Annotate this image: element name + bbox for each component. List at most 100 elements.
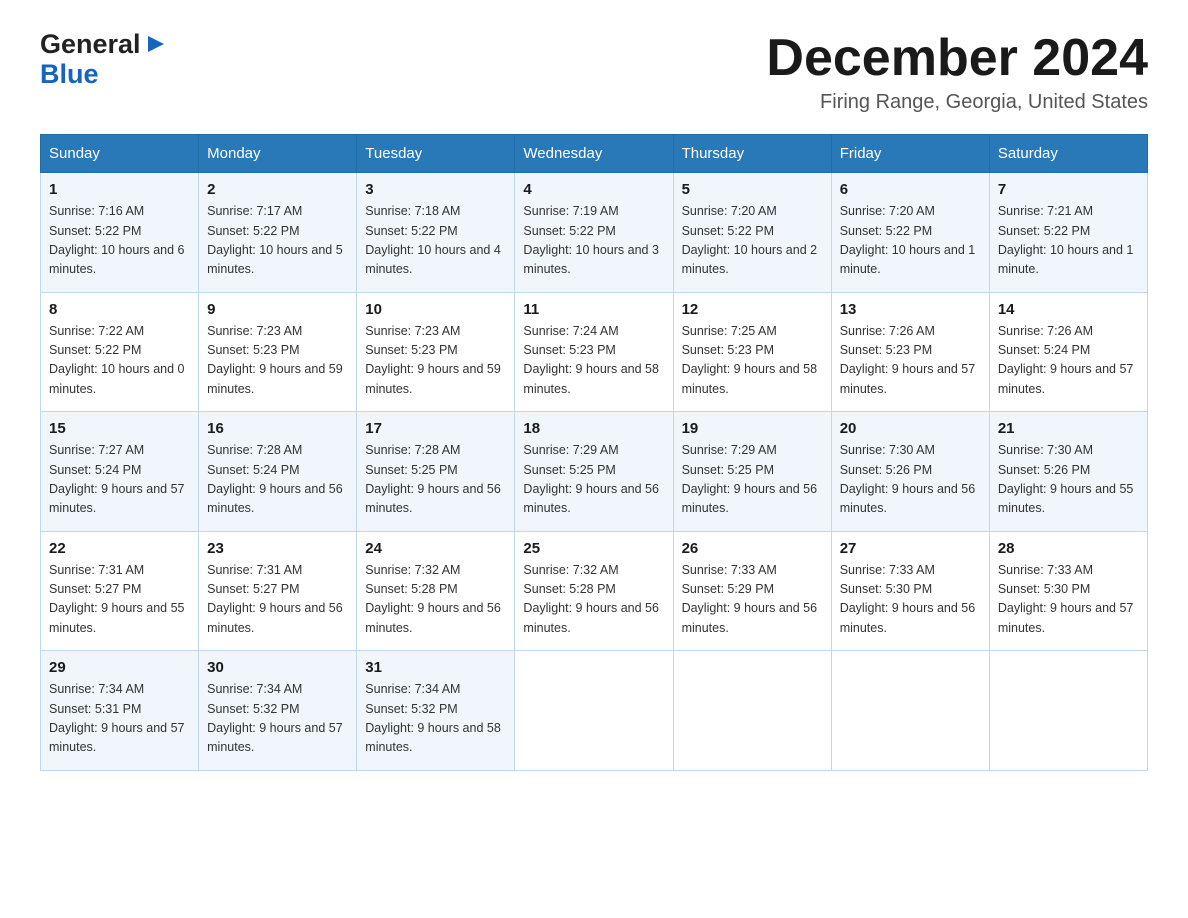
day-info: Sunrise: 7:26 AMSunset: 5:24 PMDaylight:…: [998, 322, 1139, 400]
calendar-cell: 7 Sunrise: 7:21 AMSunset: 5:22 PMDaylight…: [989, 173, 1147, 293]
day-number: 25: [523, 540, 664, 557]
weekday-header-friday: Friday: [831, 135, 989, 173]
weekday-header-thursday: Thursday: [673, 135, 831, 173]
day-number: 14: [998, 301, 1139, 318]
title-area: December 2024 Firing Range, Georgia, Uni…: [766, 30, 1148, 114]
day-info: Sunrise: 7:21 AMSunset: 5:22 PMDaylight:…: [998, 202, 1139, 280]
day-number: 1: [49, 181, 190, 198]
calendar-cell: 5 Sunrise: 7:20 AMSunset: 5:22 PMDaylight…: [673, 173, 831, 293]
calendar-cell: 11 Sunrise: 7:24 AMSunset: 5:23 PMDayligh…: [515, 292, 673, 412]
calendar-cell: [831, 651, 989, 771]
calendar-cell: 31 Sunrise: 7:34 AMSunset: 5:32 PMDayligh…: [357, 651, 515, 771]
calendar-cell: 4 Sunrise: 7:19 AMSunset: 5:22 PMDaylight…: [515, 173, 673, 293]
day-number: 5: [682, 181, 823, 198]
day-info: Sunrise: 7:20 AMSunset: 5:22 PMDaylight:…: [840, 202, 981, 280]
day-number: 18: [523, 420, 664, 437]
day-info: Sunrise: 7:30 AMSunset: 5:26 PMDaylight:…: [840, 441, 981, 519]
day-number: 11: [523, 301, 664, 318]
day-number: 13: [840, 301, 981, 318]
day-number: 17: [365, 420, 506, 437]
month-title: December 2024: [766, 30, 1148, 87]
day-info: Sunrise: 7:31 AMSunset: 5:27 PMDaylight:…: [207, 561, 348, 639]
day-info: Sunrise: 7:31 AMSunset: 5:27 PMDaylight:…: [49, 561, 190, 639]
day-info: Sunrise: 7:33 AMSunset: 5:30 PMDaylight:…: [998, 561, 1139, 639]
weekday-header-wednesday: Wednesday: [515, 135, 673, 173]
calendar-week-row: 1Sunrise: 7:16 AMSunset: 5:22 PMDaylight…: [41, 173, 1148, 293]
day-number: 19: [682, 420, 823, 437]
calendar-cell: 9Sunrise: 7:23 AMSunset: 5:23 PMDaylight…: [199, 292, 357, 412]
weekday-header-monday: Monday: [199, 135, 357, 173]
day-info: Sunrise: 7:29 AMSunset: 5:25 PMDaylight:…: [682, 441, 823, 519]
day-info: Sunrise: 7:24 AMSunset: 5:23 PMDaylight:…: [523, 322, 664, 400]
day-number: 30: [207, 659, 348, 676]
day-number: 4: [523, 181, 664, 198]
calendar-cell: 27 Sunrise: 7:33 AMSunset: 5:30 PMDayligh…: [831, 531, 989, 651]
logo: General Blue: [40, 30, 166, 89]
calendar-cell: 3 Sunrise: 7:18 AMSunset: 5:22 PMDaylight…: [357, 173, 515, 293]
calendar-cell: 21Sunrise: 7:30 AMSunset: 5:26 PMDayligh…: [989, 412, 1147, 532]
calendar-cell: 14 Sunrise: 7:26 AMSunset: 5:24 PMDayligh…: [989, 292, 1147, 412]
day-info: Sunrise: 7:23 AMSunset: 5:23 PMDaylight:…: [365, 322, 506, 400]
calendar-week-row: 15 Sunrise: 7:27 AMSunset: 5:24 PMDayligh…: [41, 412, 1148, 532]
day-info: Sunrise: 7:23 AMSunset: 5:23 PMDaylight:…: [207, 322, 348, 400]
day-info: Sunrise: 7:27 AMSunset: 5:24 PMDaylight:…: [49, 441, 190, 519]
day-number: 8: [49, 301, 190, 318]
day-number: 20: [840, 420, 981, 437]
day-info: Sunrise: 7:34 AMSunset: 5:31 PMDaylight:…: [49, 680, 190, 758]
day-number: 21: [998, 420, 1139, 437]
day-info: Sunrise: 7:20 AMSunset: 5:22 PMDaylight:…: [682, 202, 823, 280]
day-number: 26: [682, 540, 823, 557]
calendar-cell: 17Sunrise: 7:28 AMSunset: 5:25 PMDayligh…: [357, 412, 515, 532]
day-number: 27: [840, 540, 981, 557]
weekday-header-saturday: Saturday: [989, 135, 1147, 173]
day-info: Sunrise: 7:25 AMSunset: 5:23 PMDaylight:…: [682, 322, 823, 400]
calendar-week-row: 29Sunrise: 7:34 AMSunset: 5:31 PMDayligh…: [41, 651, 1148, 771]
calendar-cell: 6Sunrise: 7:20 AMSunset: 5:22 PMDaylight…: [831, 173, 989, 293]
calendar-cell: 20 Sunrise: 7:30 AMSunset: 5:26 PMDayligh…: [831, 412, 989, 532]
day-info: Sunrise: 7:19 AMSunset: 5:22 PMDaylight:…: [523, 202, 664, 280]
day-info: Sunrise: 7:33 AMSunset: 5:30 PMDaylight:…: [840, 561, 981, 639]
weekday-header-row: SundayMondayTuesdayWednesdayThursdayFrid…: [41, 135, 1148, 173]
day-number: 3: [365, 181, 506, 198]
day-info: Sunrise: 7:26 AMSunset: 5:23 PMDaylight:…: [840, 322, 981, 400]
calendar-cell: 25Sunrise: 7:32 AMSunset: 5:28 PMDayligh…: [515, 531, 673, 651]
calendar-table: SundayMondayTuesdayWednesdayThursdayFrid…: [40, 134, 1148, 771]
calendar-cell: 13 Sunrise: 7:26 AMSunset: 5:23 PMDayligh…: [831, 292, 989, 412]
day-info: Sunrise: 7:29 AMSunset: 5:25 PMDaylight:…: [523, 441, 664, 519]
day-number: 10: [365, 301, 506, 318]
day-number: 16: [207, 420, 348, 437]
calendar-week-row: 8 Sunrise: 7:22 AMSunset: 5:22 PMDaylight…: [41, 292, 1148, 412]
day-number: 7: [998, 181, 1139, 198]
calendar-week-row: 22 Sunrise: 7:31 AMSunset: 5:27 PMDayligh…: [41, 531, 1148, 651]
calendar-cell: 23 Sunrise: 7:31 AMSunset: 5:27 PMDayligh…: [199, 531, 357, 651]
calendar-cell: 8 Sunrise: 7:22 AMSunset: 5:22 PMDaylight…: [41, 292, 199, 412]
day-info: Sunrise: 7:33 AMSunset: 5:29 PMDaylight:…: [682, 561, 823, 639]
day-number: 22: [49, 540, 190, 557]
calendar-cell: 22 Sunrise: 7:31 AMSunset: 5:27 PMDayligh…: [41, 531, 199, 651]
page-header: General Blue December 2024 Firing Range,…: [40, 30, 1148, 114]
day-info: Sunrise: 7:17 AMSunset: 5:22 PMDaylight:…: [207, 202, 348, 280]
calendar-cell: 24Sunrise: 7:32 AMSunset: 5:28 PMDayligh…: [357, 531, 515, 651]
calendar-cell: 12 Sunrise: 7:25 AMSunset: 5:23 PMDayligh…: [673, 292, 831, 412]
calendar-cell: 28 Sunrise: 7:33 AMSunset: 5:30 PMDayligh…: [989, 531, 1147, 651]
calendar-cell: [673, 651, 831, 771]
calendar-cell: 1Sunrise: 7:16 AMSunset: 5:22 PMDaylight…: [41, 173, 199, 293]
calendar-cell: 2Sunrise: 7:17 AMSunset: 5:22 PMDaylight…: [199, 173, 357, 293]
calendar-cell: [989, 651, 1147, 771]
day-number: 28: [998, 540, 1139, 557]
day-number: 31: [365, 659, 506, 676]
calendar-cell: 10 Sunrise: 7:23 AMSunset: 5:23 PMDayligh…: [357, 292, 515, 412]
calendar-cell: 15 Sunrise: 7:27 AMSunset: 5:24 PMDayligh…: [41, 412, 199, 532]
day-number: 12: [682, 301, 823, 318]
day-info: Sunrise: 7:34 AMSunset: 5:32 PMDaylight:…: [207, 680, 348, 758]
day-info: Sunrise: 7:34 AMSunset: 5:32 PMDaylight:…: [365, 680, 506, 758]
calendar-cell: 19 Sunrise: 7:29 AMSunset: 5:25 PMDayligh…: [673, 412, 831, 532]
day-info: Sunrise: 7:18 AMSunset: 5:22 PMDaylight:…: [365, 202, 506, 280]
day-info: Sunrise: 7:22 AMSunset: 5:22 PMDaylight:…: [49, 322, 190, 400]
day-number: 15: [49, 420, 190, 437]
day-number: 23: [207, 540, 348, 557]
calendar-cell: 18 Sunrise: 7:29 AMSunset: 5:25 PMDayligh…: [515, 412, 673, 532]
location-subtitle: Firing Range, Georgia, United States: [766, 91, 1148, 114]
logo-arrow-icon: [141, 34, 166, 56]
weekday-header-tuesday: Tuesday: [357, 135, 515, 173]
